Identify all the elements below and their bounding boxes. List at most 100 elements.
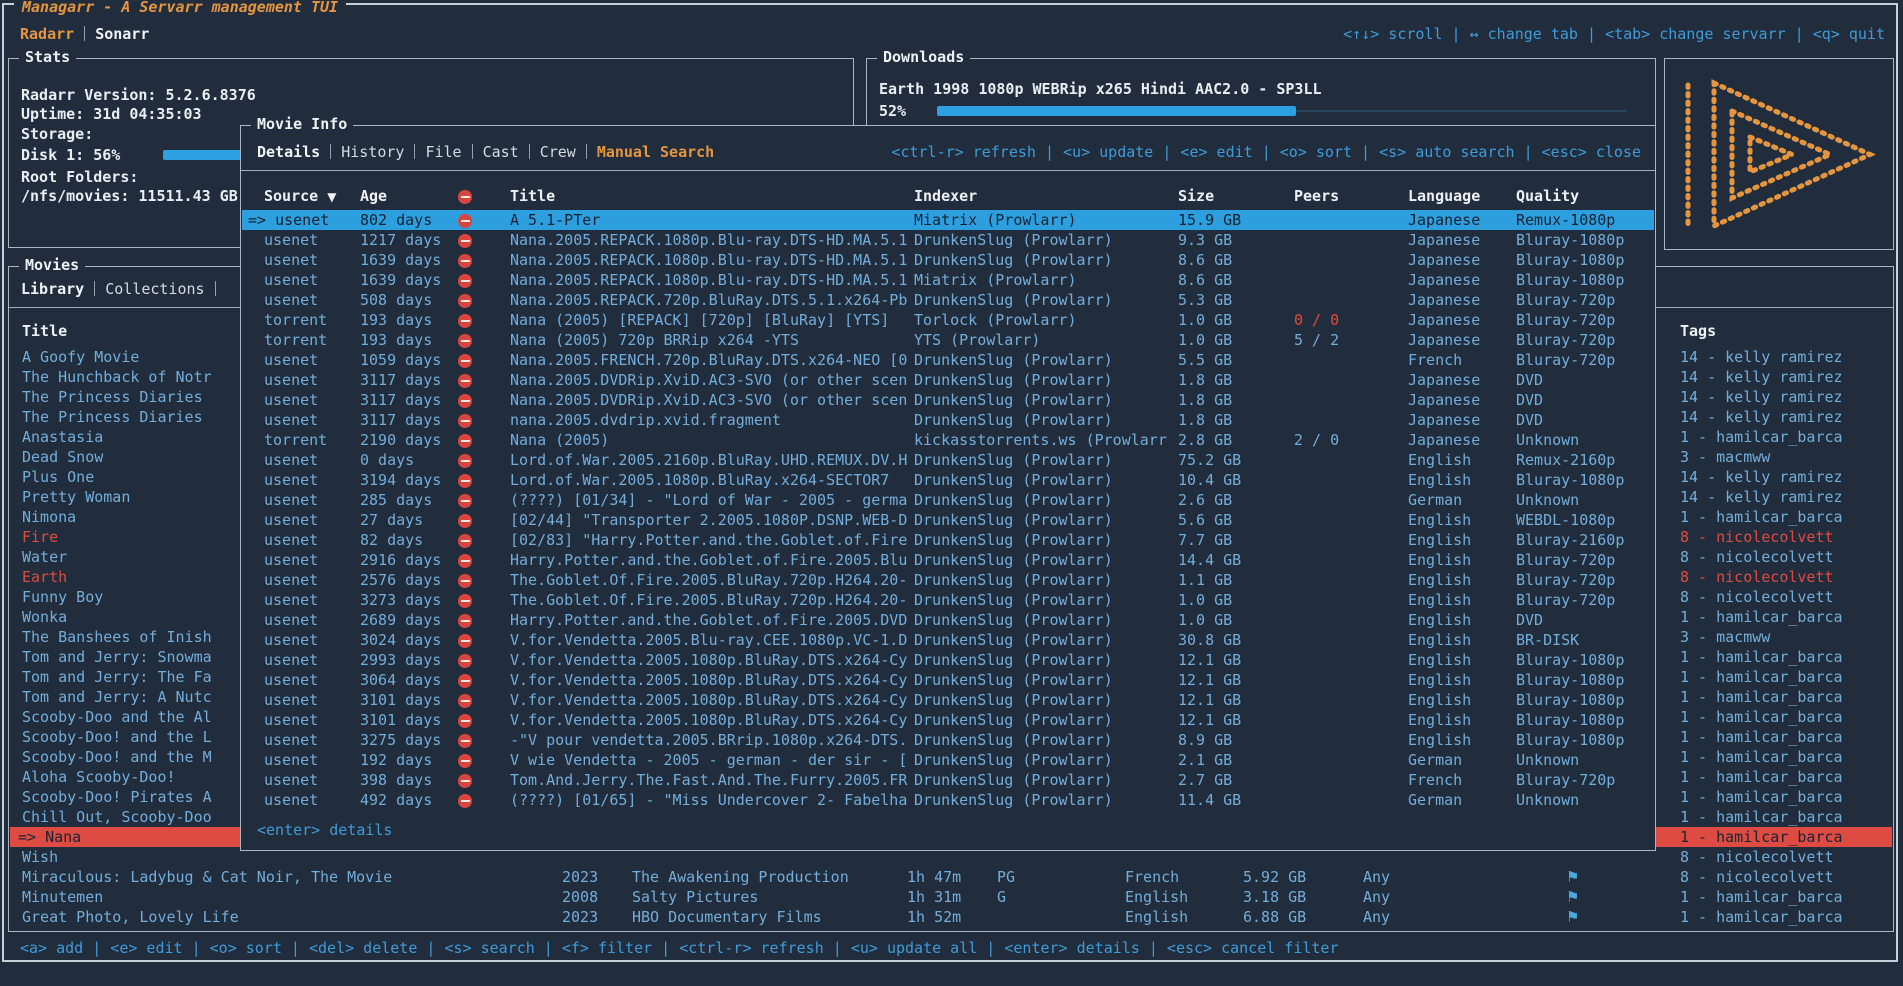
movie-title: Minutemen [22,887,558,907]
release-rejected [458,650,472,670]
release-row[interactable]: usenet 398 days Tom.And.Jerry.The.Fast.A… [242,770,1654,790]
release-title: Lord.of.War.2005.2160p.BluRay.UHD.REMUX.… [510,450,912,470]
release-row[interactable]: usenet 285 days (????) [01/34] - "Lord o… [242,490,1654,510]
release-language: Japanese [1408,370,1480,390]
movie-tag: 1 - hamilcar_barca [1680,907,1843,927]
movie-row[interactable]: Great Photo, Lovely Life 2023 HBO Docume… [10,907,1892,927]
release-size: 12.1 GB [1178,690,1241,710]
release-row[interactable]: usenet 3273 days The.Goblet.Of.Fire.2005… [242,590,1654,610]
movie-title-text: Funny Boy [22,588,103,606]
movie-title-text: A Goofy Movie [22,348,139,366]
release-row[interactable]: usenet 492 days (????) [01/65] - "Miss U… [242,790,1654,810]
release-quality: Bluray-720p [1516,290,1615,310]
rejected-icon [458,434,472,448]
release-quality: Bluray-2160p [1516,530,1624,550]
release-rejected [458,350,472,370]
movie-quality-profile: Any [1363,867,1390,887]
release-row[interactable]: usenet 3024 days V.for.Vendetta.2005.Blu… [242,630,1654,650]
release-row[interactable]: usenet 2689 days Harry.Potter.and.the.Go… [242,610,1654,630]
release-source: usenet [264,730,318,750]
release-source-text: usenet [264,791,318,809]
release-peers: 0 / 0 [1294,310,1339,330]
rejected-icon [458,314,472,328]
release-quality: Bluray-720p [1516,550,1615,570]
release-row[interactable]: torrent 2190 days Nana (2005) kickasstor… [242,430,1654,450]
release-rejected [458,250,472,270]
release-age: 2916 days [360,550,441,570]
release-source-text: usenet [264,391,318,409]
tab-collections[interactable]: Collections [105,280,204,298]
release-row[interactable]: usenet 3275 days -"V pour vendetta.2005.… [242,730,1654,750]
release-source: usenet [264,650,318,670]
release-row[interactable]: usenet 2916 days Harry.Potter.and.the.Go… [242,550,1654,570]
tab-history[interactable]: History [341,143,404,161]
release-row[interactable]: torrent 193 days Nana (2005) [REPACK] [7… [242,310,1654,330]
release-source-text: usenet [264,731,318,749]
gauge-fill [937,106,1296,116]
movie-row[interactable]: Miraculous: Ladybug & Cat Noir, The Movi… [10,867,1892,887]
release-indexer: DrunkenSlug (Prowlarr) [914,410,1176,430]
release-row[interactable]: usenet 1059 days Nana.2005.FRENCH.720p.B… [242,350,1654,370]
release-row[interactable]: usenet 3101 days V.for.Vendetta.2005.108… [242,710,1654,730]
release-row[interactable]: usenet 2993 days V.for.Vendetta.2005.108… [242,650,1654,670]
tab-crew[interactable]: Crew [540,143,576,161]
movie-tag: 14 - kelly ramirez [1680,387,1843,407]
tab-file[interactable]: File [425,143,461,161]
release-row[interactable]: usenet 0 days Lord.of.War.2005.2160p.Blu… [242,450,1654,470]
release-row[interactable]: usenet 82 days [02/83] "Harry.Potter.and… [242,530,1654,550]
movie-title-text: The Hunchback of Notr [22,368,212,386]
release-quality: Bluray-720p [1516,350,1615,370]
tab-details[interactable]: Details [257,143,320,161]
release-row[interactable]: usenet 1639 days Nana.2005.REPACK.1080p.… [242,250,1654,270]
downloads-panel-title: Downloads [877,48,970,66]
release-source-text: usenet [264,691,318,709]
release-row[interactable]: usenet 192 days V wie Vendetta - 2005 - … [242,750,1654,770]
release-row[interactable]: => usenet 802 days A 5.1-PTer Miatrix (P… [242,210,1654,230]
release-age: 2190 days [360,430,441,450]
release-row[interactable]: usenet 508 days Nana.2005.REPACK.720p.Bl… [242,290,1654,310]
release-quality: Unknown [1516,430,1579,450]
release-language: English [1408,650,1471,670]
column-language: Language [1408,186,1480,206]
release-row[interactable]: usenet 3117 days Nana.2005.DVDRip.XviD.A… [242,370,1654,390]
release-row[interactable]: usenet 3117 days nana.2005.dvdrip.xvid.f… [242,410,1654,430]
release-row[interactable]: usenet 2576 days The.Goblet.Of.Fire.2005… [242,570,1654,590]
tab-radarr[interactable]: Radarr [20,25,74,43]
release-rejected [458,690,472,710]
tab-cast[interactable]: Cast [483,143,519,161]
release-row[interactable]: usenet 3117 days Nana.2005.DVDRip.XviD.A… [242,390,1654,410]
tab-sonarr[interactable]: Sonarr [95,25,149,43]
release-age: 1059 days [360,350,441,370]
movie-title-text: The Princess Diaries [22,408,203,426]
movie-title-text: Pretty Woman [22,488,130,506]
release-size: 2.1 GB [1178,750,1232,770]
release-indexer: kickasstorrents.ws (Prowlarr [914,430,1176,450]
release-age: 3101 days [360,690,441,710]
movie-row[interactable]: Minutemen 2008 Salty Pictures 1h 31m G E… [10,887,1892,907]
release-source-text: usenet [264,451,318,469]
release-title: The.Goblet.Of.Fire.2005.BluRay.720p.H264… [510,570,912,590]
tab-library[interactable]: Library [21,280,84,298]
tab-manual-search[interactable]: Manual Search [597,143,714,161]
release-title: Nana.2005.DVDRip.XviD.AC3-SVO (or other … [510,390,912,410]
release-row[interactable]: usenet 3101 days V.for.Vendetta.2005.108… [242,690,1654,710]
release-row[interactable]: usenet 3194 days Lord.of.War.2005.1080p.… [242,470,1654,490]
release-row[interactable]: usenet 1217 days Nana.2005.REPACK.1080p.… [242,230,1654,250]
release-quality: DVD [1516,610,1543,630]
release-row[interactable]: torrent 193 days Nana (2005) 720p BRRip … [242,330,1654,350]
release-row[interactable]: usenet 3064 days V.for.Vendetta.2005.108… [242,670,1654,690]
release-age: 3101 days [360,710,441,730]
release-row[interactable]: usenet 1639 days Nana.2005.REPACK.1080p.… [242,270,1654,290]
release-source-text: usenet [264,291,318,309]
release-indexer: DrunkenSlug (Prowlarr) [914,450,1176,470]
release-size: 1.8 GB [1178,390,1232,410]
release-row[interactable]: usenet 27 days [02/44] "Transporter 2.20… [242,510,1654,530]
release-title: V.for.Vendetta.2005.Blu-ray.CEE.1080p.VC… [510,630,912,650]
release-age: 192 days [360,750,432,770]
rejected-icon [458,454,472,468]
release-size: 11.4 GB [1178,790,1241,810]
release-source: usenet [264,490,318,510]
column-rejected [458,186,472,206]
movie-tag: 1 - hamilcar_barca [1680,727,1843,747]
movie-title-text: Wonka [22,608,67,626]
